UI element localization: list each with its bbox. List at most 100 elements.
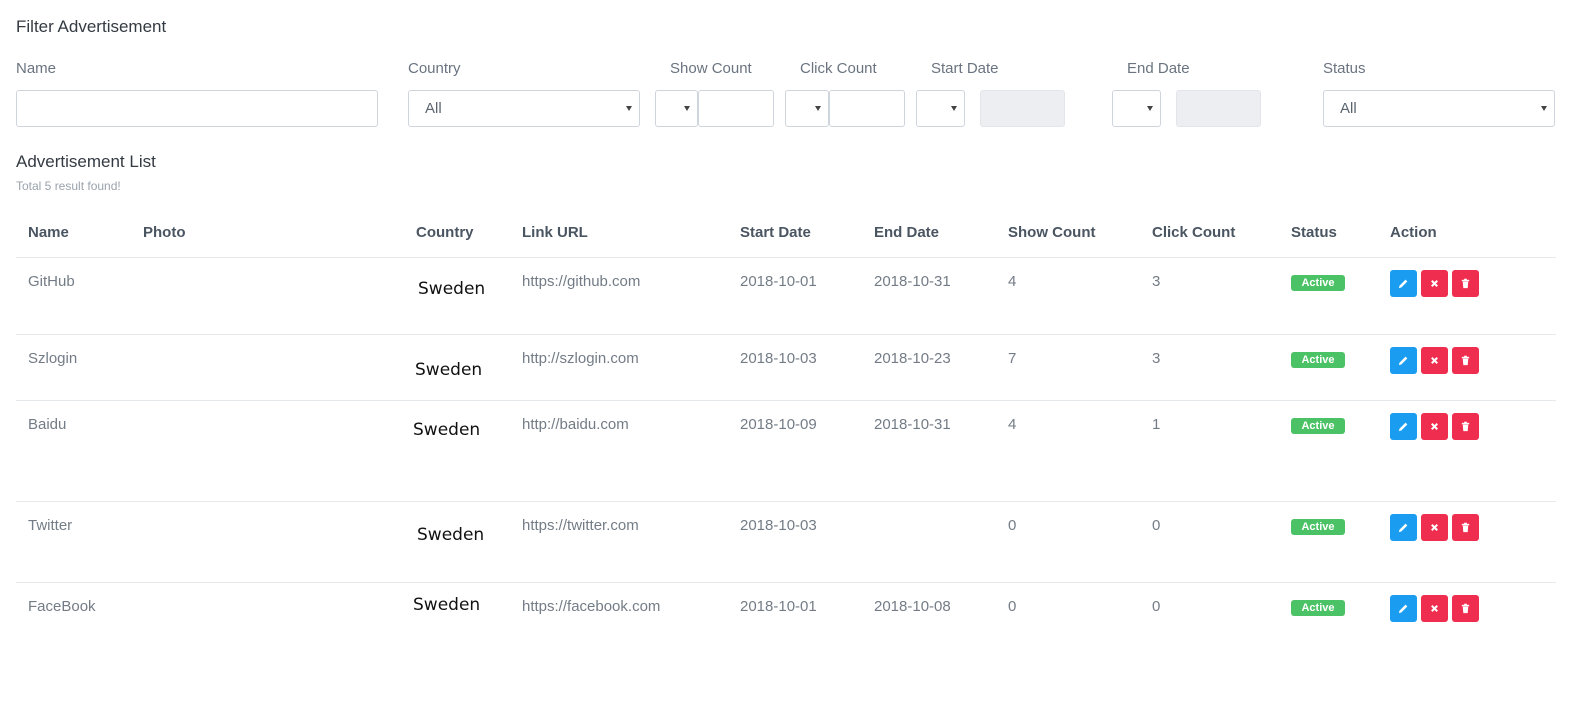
filter-title: Filter Advertisement [16,17,167,36]
cell-start-date: 2018-10-01 [740,273,817,290]
trash-icon [1461,278,1470,289]
x-icon [1431,280,1438,287]
end-date-input[interactable] [1176,90,1261,127]
chevron-down-icon [1541,106,1547,111]
filter-start-date-label: Start Date [931,60,999,77]
cancel-button[interactable] [1421,413,1448,440]
filter-click-count-label: Click Count [800,60,877,77]
column-header-photo: Photo [143,224,186,241]
edit-button[interactable] [1390,595,1417,622]
delete-button[interactable] [1452,514,1479,541]
cell-show-count: 4 [1008,273,1017,290]
status-badge: Active [1291,418,1345,434]
cancel-button[interactable] [1421,270,1448,297]
cell-country: Sweden [413,420,481,440]
name-filter-input[interactable] [16,90,378,127]
cell-click-count: 3 [1152,350,1161,367]
pencil-icon [1398,523,1408,533]
row-divider [16,582,1556,583]
pencil-icon [1398,356,1408,366]
x-icon [1431,605,1438,612]
column-header-show-count: Show Count [1008,224,1096,241]
cell-click-count: 1 [1152,416,1161,433]
click-count-input[interactable] [829,90,905,127]
cell-link-url: https://facebook.com [522,598,661,615]
cell-link-url: https://twitter.com [522,517,639,534]
filter-end-date-label: End Date [1127,60,1190,77]
cancel-button[interactable] [1421,595,1448,622]
delete-button[interactable] [1452,413,1479,440]
cell-end-date: 2018-10-08 [874,598,951,615]
chevron-down-icon [815,106,821,111]
edit-button[interactable] [1390,413,1417,440]
column-header-click-count: Click Count [1152,224,1236,241]
trash-icon [1461,421,1470,432]
country-filter-select[interactable]: All [408,90,640,127]
trash-icon [1461,522,1470,533]
chevron-down-icon [951,106,957,111]
x-icon [1431,524,1438,531]
filter-name-label: Name [16,60,57,77]
cell-start-date: 2018-10-09 [740,416,817,433]
pencil-icon [1398,279,1408,289]
cell-country: Sweden [413,595,481,615]
status-badge: Active [1291,600,1345,616]
chevron-down-icon [626,106,632,111]
cell-click-count: 0 [1152,517,1161,534]
x-icon [1431,423,1438,430]
column-header-name: Name [28,224,69,241]
cell-end-date: 2018-10-31 [874,273,951,290]
row-divider [16,400,1556,401]
cell-link-url: https://github.com [522,273,641,290]
cancel-button[interactable] [1421,347,1448,374]
edit-button[interactable] [1390,347,1417,374]
cell-show-count: 0 [1008,598,1017,615]
cell-start-date: 2018-10-03 [740,350,817,367]
cell-link-url: http://baidu.com [522,416,629,433]
cell-start-date: 2018-10-03 [740,517,817,534]
cell-show-count: 0 [1008,517,1017,534]
status-badge: Active [1291,519,1345,535]
list-title: Advertisement List [16,152,156,171]
filter-status-label: Status [1323,60,1366,77]
cell-start-date: 2018-10-01 [740,598,817,615]
status-badge: Active [1291,275,1345,291]
cell-country: Sweden [415,360,483,380]
cell-link-url: http://szlogin.com [522,350,639,367]
chevron-down-icon [684,106,690,111]
trash-icon [1461,355,1470,366]
cell-show-count: 4 [1008,416,1017,433]
cell-name: FaceBook [28,598,96,615]
cell-name: GitHub [28,273,75,290]
click-count-operator-select[interactable] [785,90,829,127]
delete-button[interactable] [1452,595,1479,622]
column-header-link-url: Link URL [522,224,588,241]
start-date-input[interactable] [980,90,1065,127]
cell-country: Sweden [417,525,485,545]
cell-click-count: 3 [1152,273,1161,290]
status-filter-value: All [1340,100,1357,117]
edit-button[interactable] [1390,514,1417,541]
country-filter-value: All [425,100,442,117]
cancel-button[interactable] [1421,514,1448,541]
pencil-icon [1398,422,1408,432]
row-divider [16,334,1556,335]
edit-button[interactable] [1390,270,1417,297]
cell-name: Twitter [28,517,73,534]
show-count-input[interactable] [698,90,774,127]
status-filter-select[interactable]: All [1323,90,1555,127]
delete-button[interactable] [1452,270,1479,297]
status-badge: Active [1291,352,1345,368]
column-header-end-date: End Date [874,224,940,241]
show-count-operator-select[interactable] [655,90,698,127]
delete-button[interactable] [1452,347,1479,374]
chevron-down-icon [1147,106,1153,111]
trash-icon [1461,603,1470,614]
start-date-operator-select[interactable] [916,90,965,127]
cell-click-count: 0 [1152,598,1161,615]
column-header-action: Action [1390,224,1437,241]
cell-end-date: 2018-10-31 [874,416,951,433]
end-date-operator-select[interactable] [1112,90,1161,127]
cell-country: Sweden [418,279,486,299]
column-header-status: Status [1291,224,1337,241]
